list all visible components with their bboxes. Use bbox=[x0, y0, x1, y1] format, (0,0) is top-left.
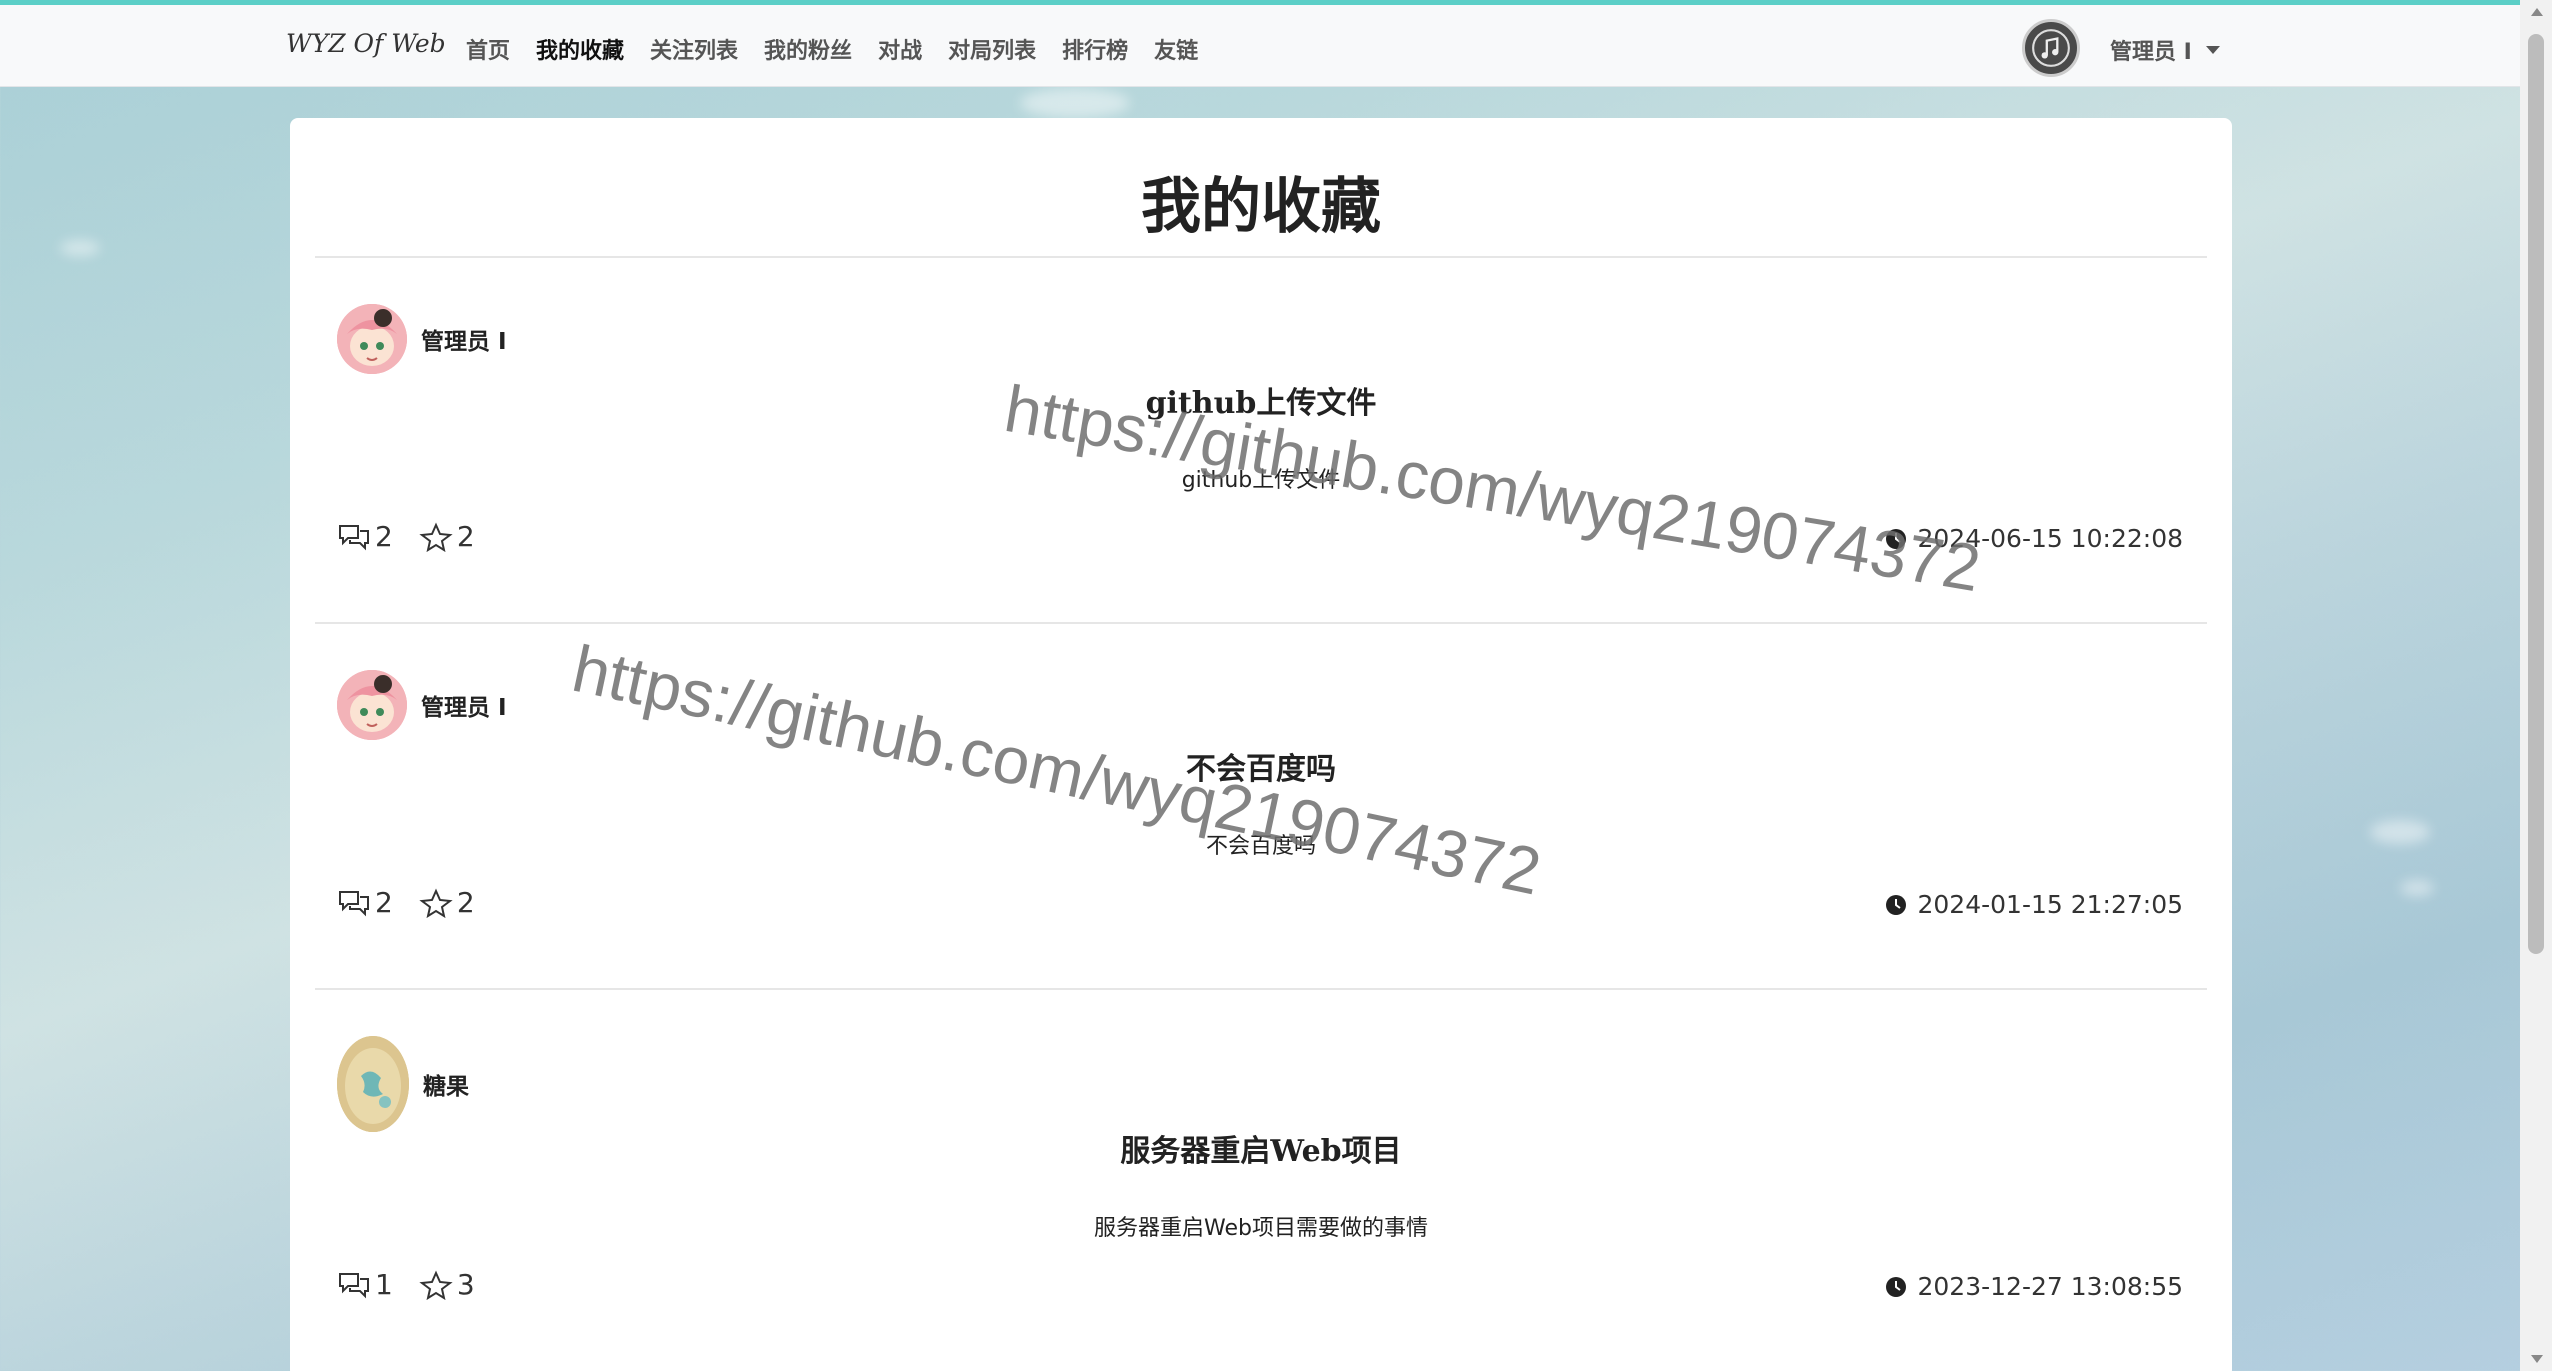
comment-count-value: 2 bbox=[375, 886, 393, 919]
star-count[interactable]: 2 bbox=[419, 886, 475, 919]
comment-count-value: 1 bbox=[375, 1268, 393, 1301]
nav-link-favorites[interactable]: 我的收藏 bbox=[536, 33, 624, 65]
avatar bbox=[337, 1036, 409, 1132]
post-summary: 服务器重启Web项目需要做的事情 bbox=[1094, 1216, 1428, 1241]
user-menu-dropdown[interactable]: 管理员 I bbox=[2110, 34, 2220, 66]
nav-link-following[interactable]: 关注列表 bbox=[650, 33, 738, 65]
post-author[interactable]: 糖果 bbox=[337, 1036, 469, 1132]
post-author[interactable]: 管理员 I bbox=[337, 670, 507, 740]
nav-link-home[interactable]: 首页 bbox=[466, 33, 510, 65]
post-stats: 1 3 bbox=[337, 1268, 475, 1301]
comments-icon bbox=[339, 1272, 369, 1298]
nav-link-friend-links[interactable]: 友链 bbox=[1154, 33, 1198, 65]
page-title: 我的收藏 bbox=[1141, 172, 1381, 242]
post-author[interactable]: 管理员 I bbox=[337, 304, 507, 374]
nav-link-match-list[interactable]: 对局列表 bbox=[948, 33, 1036, 65]
star-count-value: 3 bbox=[456, 1268, 475, 1301]
star-count[interactable]: 2 bbox=[419, 520, 475, 553]
comments-icon bbox=[339, 890, 369, 916]
post-stats: 2 2 bbox=[337, 520, 475, 553]
brand-logo[interactable]: WYZ Of Web bbox=[286, 29, 446, 58]
post-title[interactable]: 服务器重启Web项目 bbox=[315, 1126, 2207, 1170]
nav-link-followers[interactable]: 我的粉丝 bbox=[764, 33, 852, 65]
star-icon bbox=[419, 1270, 453, 1300]
star-count[interactable]: 3 bbox=[419, 1268, 475, 1301]
avatar bbox=[337, 304, 407, 374]
star-icon bbox=[419, 888, 453, 918]
comment-count-value: 2 bbox=[375, 520, 393, 553]
avatar bbox=[337, 670, 407, 740]
star-icon bbox=[419, 522, 453, 552]
scrollbar-thumb[interactable] bbox=[2528, 34, 2544, 954]
clock-icon bbox=[1886, 894, 1907, 915]
comment-count[interactable]: 1 bbox=[337, 1268, 393, 1301]
post-timestamp: 2024-01-15 21:27:05 bbox=[1885, 890, 2183, 919]
post-time-value: 2024-01-15 21:27:05 bbox=[1917, 890, 2183, 919]
comment-count[interactable]: 2 bbox=[337, 886, 393, 919]
nav-link-battle[interactable]: 对战 bbox=[878, 33, 922, 65]
navbar: WYZ Of Web 首页 我的收藏 关注列表 我的粉丝 对战 对局列表 排行榜… bbox=[0, 5, 2520, 87]
author-name: 管理员 I bbox=[421, 695, 507, 721]
user-menu-label: 管理员 I bbox=[2110, 40, 2192, 65]
comments-icon bbox=[339, 524, 369, 550]
star-count-value: 2 bbox=[456, 886, 475, 919]
post-timestamp: 2023-12-27 13:08:55 bbox=[1885, 1272, 2183, 1301]
scroll-up-arrow-icon[interactable] bbox=[2531, 8, 2543, 16]
clock-icon bbox=[1886, 1276, 1907, 1297]
post-item[interactable]: 糖果 服务器重启Web项目 服务器重启Web项目需要做的事情 1 3 2023-… bbox=[315, 990, 2207, 1370]
nav-link-leaderboard[interactable]: 排行榜 bbox=[1062, 33, 1128, 65]
nav-links: 首页 我的收藏 关注列表 我的粉丝 对战 对局列表 排行榜 友链 bbox=[466, 33, 1198, 65]
post-time-value: 2023-12-27 13:08:55 bbox=[1917, 1272, 2183, 1301]
comment-count[interactable]: 2 bbox=[337, 520, 393, 553]
favorites-card: 我的收藏 管理员 I github上传文件 github上传文件 2 2 202… bbox=[290, 118, 2232, 1371]
author-name: 糖果 bbox=[423, 1074, 469, 1100]
music-player-icon[interactable] bbox=[2022, 19, 2080, 77]
page-scrollbar[interactable] bbox=[2520, 0, 2552, 1371]
author-name: 管理员 I bbox=[421, 329, 507, 355]
scroll-down-arrow-icon[interactable] bbox=[2531, 1355, 2543, 1363]
post-stats: 2 2 bbox=[337, 886, 475, 919]
chevron-down-icon bbox=[2205, 46, 2220, 54]
star-count-value: 2 bbox=[456, 520, 475, 553]
